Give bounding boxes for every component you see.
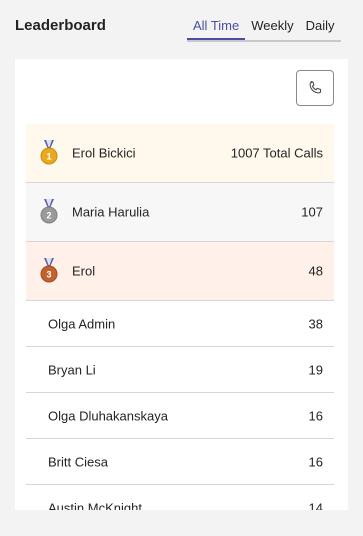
tab-weekly[interactable]: Weekly: [245, 12, 299, 38]
leaderboard-row-2: 2 Maria Harulia 107: [26, 183, 334, 242]
page-title: Leaderboard: [15, 17, 106, 34]
tab-daily[interactable]: Daily: [300, 12, 341, 38]
svg-text:1: 1: [46, 152, 51, 162]
header: Leaderboard All Time Weekly Daily: [0, 0, 363, 48]
leaderboard-row-4: Olga Admin 38: [26, 301, 334, 347]
leaderboard-row-8: Austin McKnight 14: [26, 485, 334, 510]
player-name: Olga Dluhakanskaya: [48, 408, 168, 423]
player-name: Erol Bickici: [72, 145, 136, 161]
leaderboard-list: 1 Erol Bickici 1007 Total Calls 2 Maria …: [26, 124, 334, 510]
leaderboard-row-6: Olga Dluhakanskaya 16: [26, 393, 334, 439]
player-name: Bryan Li: [48, 362, 96, 377]
tab-all-time[interactable]: All Time: [187, 12, 246, 40]
player-name: Austin McKnight: [48, 500, 142, 510]
player-name: Britt Ciesa: [48, 454, 108, 469]
call-count: 19: [308, 362, 323, 377]
call-count: 107: [301, 204, 323, 220]
leaderboard-row-7: Britt Ciesa 16: [26, 439, 334, 485]
call-count: 38: [308, 316, 323, 331]
silver-medal-icon: 2: [40, 199, 58, 224]
svg-text:3: 3: [46, 270, 51, 280]
period-tabs: All Time Weekly Daily: [187, 12, 341, 42]
phone-icon: [309, 81, 322, 94]
call-count: 16: [308, 454, 323, 469]
call-button[interactable]: [296, 70, 334, 106]
leaderboard-row-5: Bryan Li 19: [26, 347, 334, 393]
call-count: 1007 Total Calls: [230, 145, 323, 161]
gold-medal-icon: 1: [40, 140, 58, 165]
player-name: Olga Admin: [48, 316, 116, 331]
bronze-medal-icon: 3: [40, 258, 58, 283]
call-count: 14: [308, 500, 323, 510]
player-name: Erol: [72, 263, 96, 279]
svg-text:2: 2: [46, 211, 51, 221]
leaderboard-row-3: 3 Erol 48: [26, 242, 334, 301]
player-name: Maria Harulia: [72, 204, 150, 220]
call-count: 16: [308, 408, 323, 423]
leaderboard-row-1: 1 Erol Bickici 1007 Total Calls: [26, 124, 334, 183]
leaderboard-card: 1 Erol Bickici 1007 Total Calls 2 Maria …: [15, 59, 348, 510]
call-count: 48: [308, 263, 323, 279]
